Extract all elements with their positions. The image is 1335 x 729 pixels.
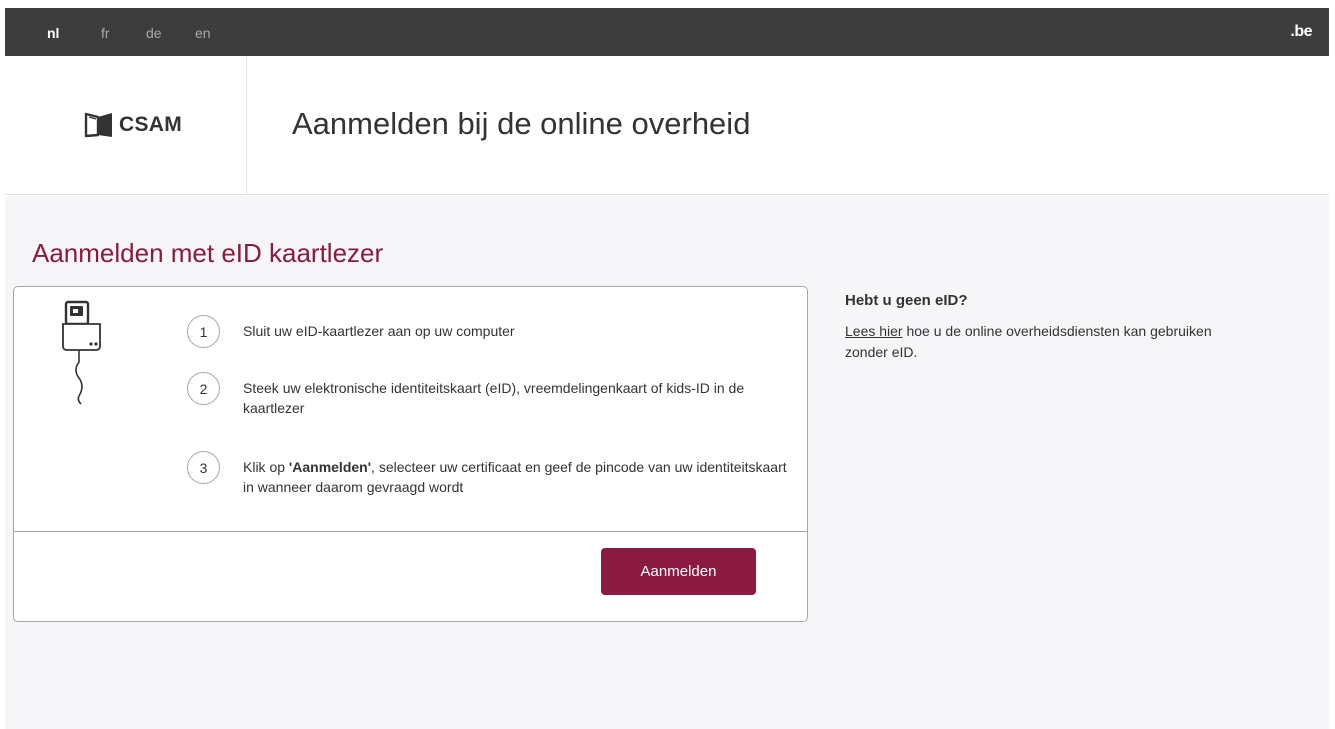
csam-logo-icon bbox=[84, 112, 112, 138]
be-brand[interactable]: .be bbox=[1290, 23, 1312, 41]
lang-en-link[interactable]: en bbox=[195, 24, 211, 42]
top-bar: nl fr de en .be bbox=[5, 8, 1329, 56]
section-title: Aanmelden met eID kaartlezer bbox=[32, 238, 384, 268]
eid-login-card: 1 Sluit uw eID-kaartlezer aan op uw comp… bbox=[13, 286, 808, 622]
aside-title: Hebt u geen eID? bbox=[845, 292, 968, 309]
lang-fr-link[interactable]: fr bbox=[101, 24, 110, 42]
page-title: Aanmelden bij de online overheid bbox=[292, 106, 751, 141]
lees-hier-link[interactable]: Lees hier bbox=[845, 323, 903, 339]
step-2: 2 Steek uw elektronische identiteitskaar… bbox=[187, 372, 788, 418]
step-3: 3 Klik op 'Aanmelden', selecteer uw cert… bbox=[187, 451, 788, 497]
lang-nl-link[interactable]: nl bbox=[47, 24, 59, 42]
main-content: Aanmelden met eID kaartlezer 1 Sluit uw … bbox=[5, 196, 1329, 729]
csam-logo[interactable]: CSAM bbox=[84, 112, 182, 138]
step-number: 1 bbox=[187, 315, 220, 348]
aside-text: Lees hier hoe u de online overheidsdiens… bbox=[845, 321, 1225, 363]
step-text-prefix: Klik op bbox=[243, 459, 289, 475]
logo-text: CSAM bbox=[119, 113, 183, 136]
lang-de-link[interactable]: de bbox=[146, 24, 162, 42]
header-divider bbox=[246, 56, 247, 195]
login-button[interactable]: Aanmelden bbox=[601, 548, 756, 595]
step-number: 2 bbox=[187, 372, 220, 405]
page-header: CSAM Aanmelden bij de online overheid bbox=[5, 56, 1329, 195]
step-text-bold: 'Aanmelden' bbox=[288, 459, 372, 475]
step-text: Steek uw elektronische identiteitskaart … bbox=[243, 380, 745, 416]
step-number: 3 bbox=[187, 451, 220, 484]
step-text: Sluit uw eID-kaartlezer aan op uw comput… bbox=[243, 323, 515, 339]
no-eid-info: Hebt u geen eID? Lees hier hoe u de onli… bbox=[845, 292, 1225, 363]
card-divider bbox=[14, 531, 807, 532]
step-text: Klik op 'Aanmelden', selecteer uw certif… bbox=[243, 451, 788, 497]
step-1: 1 Sluit uw eID-kaartlezer aan op uw comp… bbox=[187, 315, 788, 348]
card-reader-icon bbox=[62, 300, 101, 405]
